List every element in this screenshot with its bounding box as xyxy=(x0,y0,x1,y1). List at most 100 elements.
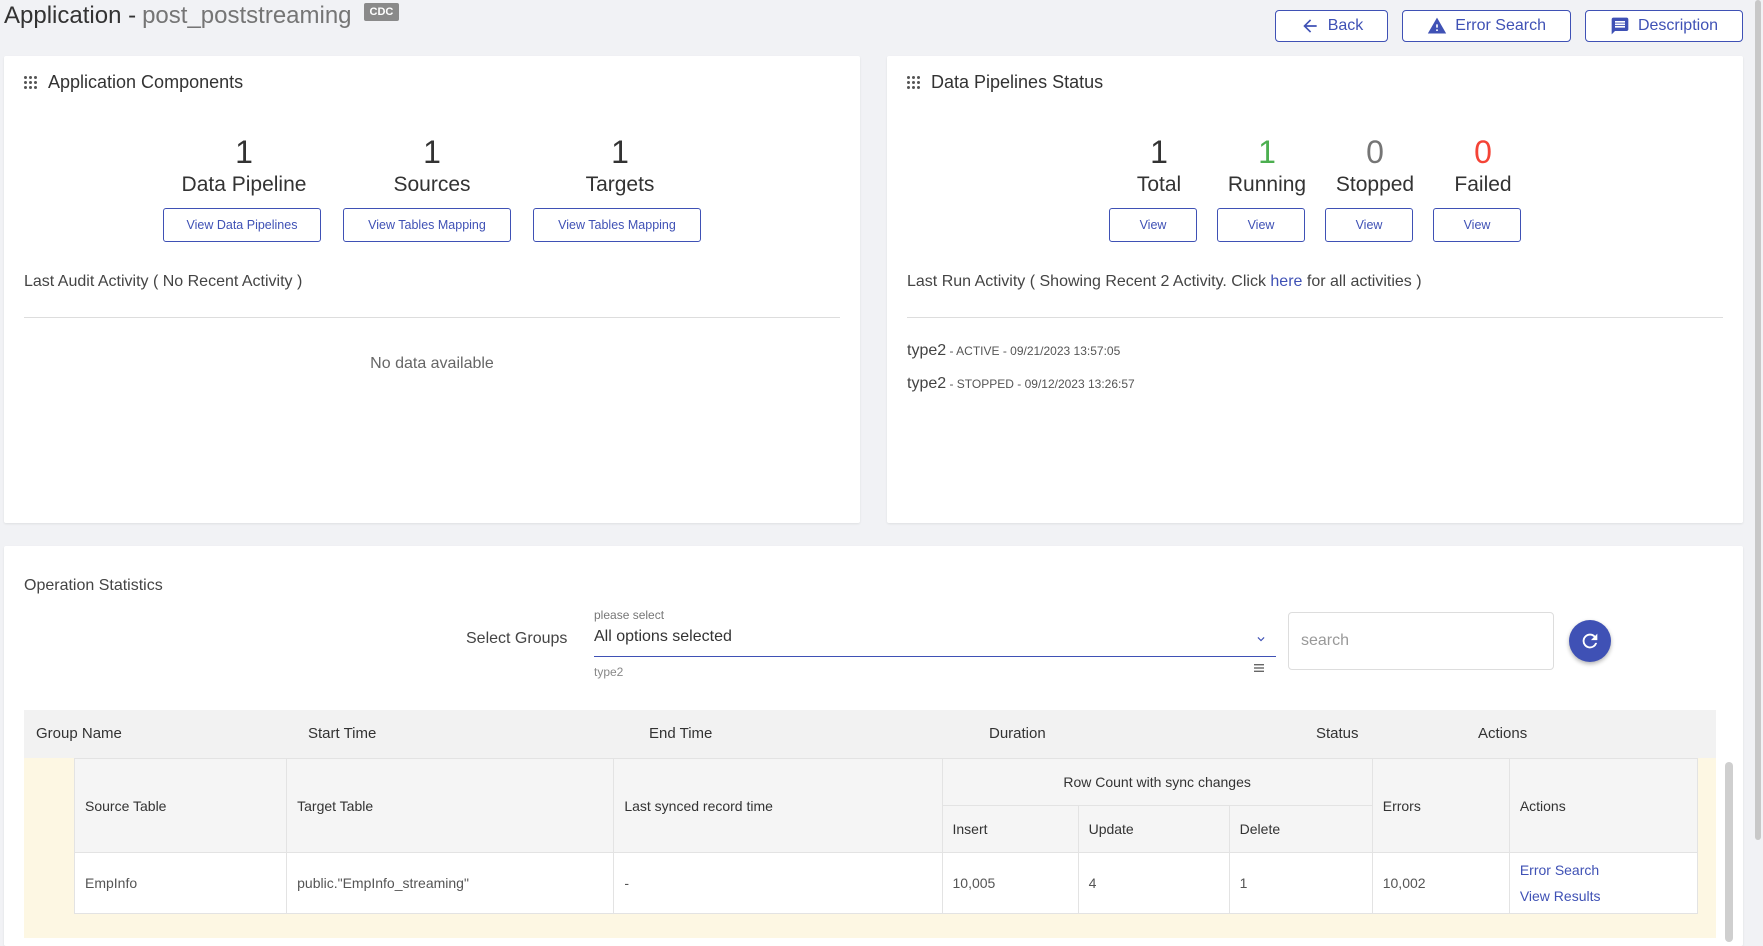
th-delete: Delete xyxy=(1228,805,1373,853)
run-name: type2 xyxy=(907,375,947,392)
view-failed-button[interactable]: View xyxy=(1433,208,1521,242)
stat-total: 1 Total xyxy=(1109,134,1209,198)
drag-handle-icon[interactable] xyxy=(24,75,38,90)
components-title-text: Application Components xyxy=(48,72,244,92)
stat-value: 1 xyxy=(611,134,629,170)
selected-group-chip: type2 xyxy=(594,665,624,679)
view-stopped-button[interactable]: View xyxy=(1325,208,1413,242)
th-insert: Insert xyxy=(941,805,1079,853)
run-activity-suffix: for all activities ) xyxy=(1302,273,1422,290)
th-last-synced: Last synced record time xyxy=(613,758,943,853)
divider xyxy=(907,317,1723,318)
operation-statistics-title: Operation Statistics xyxy=(24,577,163,594)
run-activity-item: type2 - STOPPED - 09/12/2023 13:26:57 xyxy=(907,375,1135,393)
stat-failed: 0 Failed xyxy=(1433,134,1533,198)
select-groups-label: Select Groups xyxy=(466,630,568,647)
view-running-button[interactable]: View xyxy=(1217,208,1305,242)
stat-sources: 1 Sources xyxy=(352,134,512,198)
drag-handle-icon[interactable] xyxy=(907,75,921,90)
back-label: Back xyxy=(1327,17,1364,34)
back-button[interactable]: Back xyxy=(1274,10,1389,42)
application-name: post_poststreaming xyxy=(142,2,352,29)
view-data-pipelines-button[interactable]: View Data Pipelines xyxy=(163,208,321,242)
row-error-search-link[interactable]: Error Search xyxy=(1520,857,1687,883)
stat-targets: 1 Targets xyxy=(540,134,700,198)
group-expanded-row: Source Table Target Table Last synced re… xyxy=(24,758,1716,938)
stat-running: 1 Running xyxy=(1217,134,1317,198)
col-status[interactable]: Status xyxy=(1316,725,1359,742)
no-data-message: No data available xyxy=(370,355,494,372)
th-actions: Actions xyxy=(1508,758,1699,853)
description-label: Description xyxy=(1637,17,1718,34)
cell-actions: Error Search View Results xyxy=(1508,852,1699,914)
page-scrollbar[interactable] xyxy=(1755,0,1761,840)
table-sync-details: Source Table Target Table Last synced re… xyxy=(73,758,1699,914)
run-activity-item: type2 - ACTIVE - 09/21/2023 13:57:05 xyxy=(907,342,1120,360)
stat-value: 0 xyxy=(1366,134,1384,170)
view-sources-mapping-button[interactable]: View Tables Mapping xyxy=(343,208,511,242)
inner-scrollbar[interactable] xyxy=(1725,762,1733,942)
error-search-label: Error Search xyxy=(1455,17,1546,34)
page-title-prefix: Application - xyxy=(4,2,137,29)
col-end-time[interactable]: End Time xyxy=(649,725,712,742)
pipelines-card-title: Data Pipelines Status xyxy=(907,72,1103,93)
chevron-down-icon xyxy=(1257,637,1265,642)
run-name: type2 xyxy=(907,342,947,359)
stat-label: Data Pipeline xyxy=(181,173,307,196)
run-detail: - ACTIVE - 09/21/2023 13:57:05 xyxy=(946,344,1121,358)
divider xyxy=(24,317,840,318)
pipelines-title-text: Data Pipelines Status xyxy=(931,72,1104,92)
stat-label: Running xyxy=(1227,173,1307,196)
stat-value: 1 xyxy=(1150,134,1168,170)
col-actions: Actions xyxy=(1478,725,1528,742)
search-input[interactable] xyxy=(1288,612,1554,670)
data-pipelines-status-card: Data Pipelines Status 1 Total View 1 Run… xyxy=(887,56,1743,523)
col-group-name[interactable]: Group Name xyxy=(36,725,122,742)
stat-label: Targets xyxy=(585,173,655,196)
run-activity-title: Last Run Activity ( Showing Recent 2 Act… xyxy=(907,273,1422,291)
arrow-left-icon xyxy=(1303,19,1317,33)
stat-label: Sources xyxy=(393,173,471,196)
group-table-header: Group Name Start Time End Time Duration … xyxy=(24,710,1716,759)
select-hint: please select xyxy=(594,608,665,622)
run-detail: - STOPPED - 09/12/2023 13:26:57 xyxy=(946,377,1135,391)
stat-data-pipeline: 1 Data Pipeline xyxy=(164,134,324,198)
row-view-results-link[interactable]: View Results xyxy=(1520,883,1687,909)
cell-source: EmpInfo xyxy=(73,852,288,914)
stat-label: Failed xyxy=(1454,173,1512,196)
operation-statistics-card: Operation Statistics Select Groups pleas… xyxy=(4,546,1743,946)
list-icon[interactable] xyxy=(1254,663,1264,673)
run-activity-prefix: Last Run Activity ( Showing Recent 2 Act… xyxy=(907,273,1271,290)
stat-label: Stopped xyxy=(1335,173,1415,196)
cell-insert: 10,005 xyxy=(941,852,1079,914)
select-value: All options selected xyxy=(594,628,732,645)
stat-value: 1 xyxy=(235,134,253,170)
cell-errors: 10,002 xyxy=(1371,852,1510,914)
view-total-button[interactable]: View xyxy=(1109,208,1197,242)
warning-icon xyxy=(1428,17,1447,34)
col-start-time[interactable]: Start Time xyxy=(308,725,376,742)
th-source-table: Source Table xyxy=(73,758,288,853)
stat-value: 1 xyxy=(1258,134,1276,170)
cell-target: public."EmpInfo_streaming" xyxy=(286,852,615,914)
col-duration[interactable]: Duration xyxy=(989,725,1046,742)
audit-activity-title: Last Audit Activity ( No Recent Activity… xyxy=(24,273,303,290)
stat-value: 0 xyxy=(1474,134,1492,170)
description-button[interactable]: Description xyxy=(1584,10,1743,42)
all-activities-link[interactable]: here xyxy=(1270,273,1302,290)
table-row: EmpInfo public."EmpInfo_streaming" - 10,… xyxy=(73,852,1699,914)
error-search-button[interactable]: Error Search xyxy=(1402,10,1571,42)
th-row-count: Row Count with sync changes xyxy=(941,758,1373,806)
cell-last-synced: - xyxy=(613,852,943,914)
view-targets-mapping-button[interactable]: View Tables Mapping xyxy=(533,208,701,242)
cell-delete: 1 xyxy=(1228,852,1373,914)
th-target-table: Target Table xyxy=(286,758,615,853)
th-errors: Errors xyxy=(1371,758,1510,853)
refresh-button[interactable] xyxy=(1569,620,1611,662)
comment-icon xyxy=(1611,17,1629,35)
cdc-badge: CDC xyxy=(363,3,400,21)
th-update: Update xyxy=(1077,805,1230,853)
cell-update: 4 xyxy=(1077,852,1230,914)
select-groups-dropdown[interactable]: All options selected xyxy=(594,622,1276,657)
stat-label: Total xyxy=(1136,173,1182,196)
